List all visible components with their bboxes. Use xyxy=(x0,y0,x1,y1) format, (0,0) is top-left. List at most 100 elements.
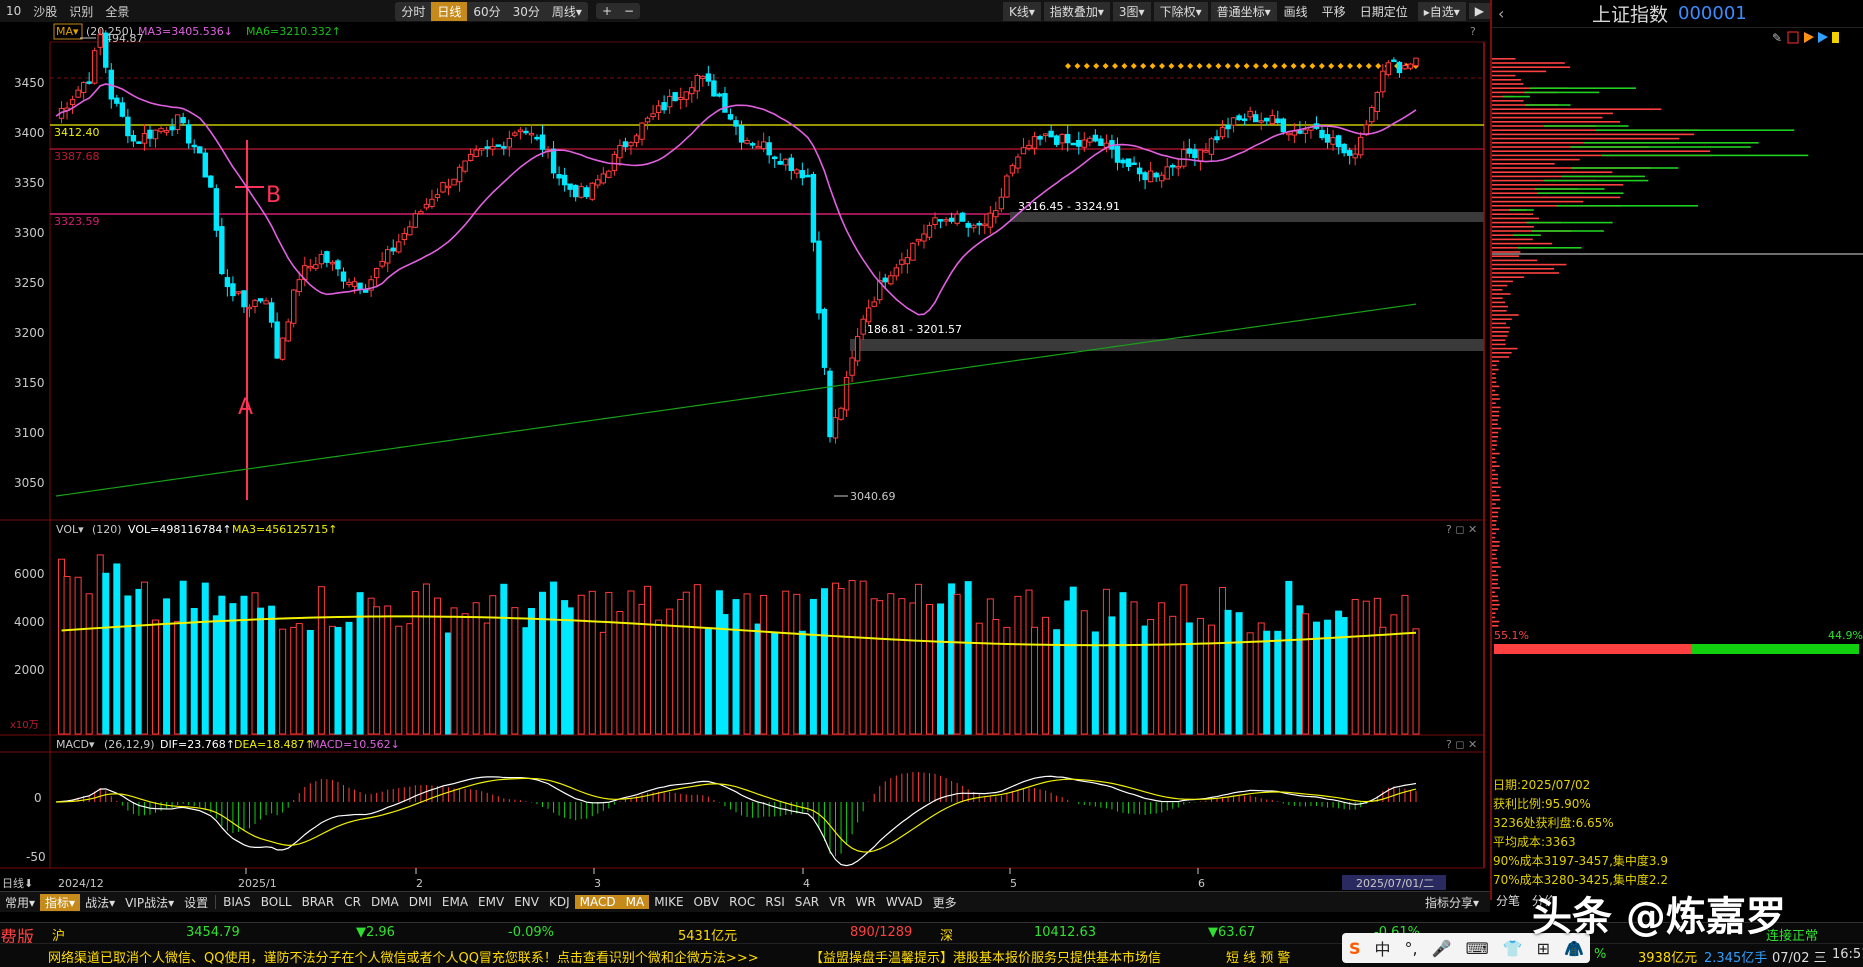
indicator-env[interactable]: ENV xyxy=(509,895,544,909)
tab-indicator[interactable]: 指标▾ xyxy=(40,893,81,911)
indicator-boll[interactable]: BOLL xyxy=(256,895,297,909)
ime-chinese-toggle[interactable]: 中 xyxy=(1375,936,1391,960)
ime-punctuation-icon[interactable]: °, xyxy=(1405,939,1418,958)
tab-vip-strategy[interactable]: VIP战法▾ xyxy=(120,894,179,911)
ma-button-label[interactable]: MA▾ xyxy=(56,25,79,38)
indicator-dmi[interactable]: DMI xyxy=(404,895,437,909)
indicator-ema[interactable]: EMA xyxy=(437,895,473,909)
date-locate-button[interactable]: 日期定位 xyxy=(1353,3,1415,20)
vol-panel-controls[interactable]: ? ◻ ✕ xyxy=(1446,523,1477,536)
chip-bar xyxy=(1492,163,1555,165)
tab-trades[interactable]: 分笔 xyxy=(1496,894,1520,908)
toolbar-item-shibie[interactable]: 识别 xyxy=(63,3,99,20)
indicator-macd[interactable]: MACD xyxy=(574,895,621,909)
ime-skin-icon[interactable]: 👕 xyxy=(1503,939,1523,958)
macd-button[interactable]: MACD▾ xyxy=(56,738,95,751)
ex-rights-button[interactable]: 下除权▾ xyxy=(1153,1,1208,21)
volume-bar xyxy=(1207,624,1215,735)
candle-body xyxy=(1413,57,1419,67)
toolbar-item-quanjing[interactable]: 全景 xyxy=(99,3,135,20)
volume-bar xyxy=(201,582,209,735)
ime-mic-icon[interactable]: 🎤 xyxy=(1432,939,1452,958)
kline-type-button[interactable]: K线▾ xyxy=(1002,1,1041,21)
chip-bar xyxy=(1492,364,1497,367)
tab-settings[interactable]: 设置 xyxy=(179,894,213,911)
candle-body xyxy=(816,240,822,314)
volume-bar xyxy=(411,591,419,735)
volume-bar xyxy=(140,581,148,735)
index-overlay-button[interactable]: 指数叠加▾ xyxy=(1043,1,1110,21)
candle-body xyxy=(1203,149,1209,153)
volume-bar xyxy=(152,619,160,735)
candle-body xyxy=(755,145,761,149)
zoom-out-button[interactable]: − xyxy=(618,3,640,19)
indicator-wr[interactable]: WR xyxy=(851,895,881,909)
pan-button[interactable]: 平移 xyxy=(1315,3,1353,20)
watchlist-button[interactable]: ▸自选▾ xyxy=(1417,1,1466,21)
draw-line-button[interactable]: 画线 xyxy=(1277,3,1315,20)
indicator-kdj[interactable]: KDJ xyxy=(544,895,575,909)
indicator-mike[interactable]: MIKE xyxy=(649,895,688,909)
indicator-rsi[interactable]: RSI xyxy=(760,895,790,909)
candle-body xyxy=(141,133,148,144)
tab-common[interactable]: 常用▾ xyxy=(0,894,40,911)
candle-body xyxy=(351,281,358,287)
indicator-dma[interactable]: DMA xyxy=(366,895,404,909)
x-axis-period[interactable]: 日线⬇ xyxy=(2,876,33,890)
chip-bar xyxy=(1492,58,1516,60)
candle-body xyxy=(285,321,291,342)
candle-body xyxy=(423,203,430,209)
indicator-share-button[interactable]: 指标分享▾ xyxy=(1420,894,1484,911)
ime-logo-icon[interactable]: S xyxy=(1349,939,1361,958)
candle-body xyxy=(799,170,806,179)
resistance-box xyxy=(1010,212,1484,222)
price-tick: 3100 xyxy=(14,426,45,440)
period-daily[interactable]: 日线 xyxy=(431,1,468,21)
indicator-brar[interactable]: BRAR xyxy=(297,895,340,909)
tab-strategy[interactable]: 战法▾ xyxy=(80,894,120,911)
chip-bar xyxy=(1492,419,1498,421)
ime-keyboard-icon[interactable]: ⌨ xyxy=(1466,939,1489,958)
volume-bar xyxy=(898,598,906,735)
period-minute[interactable]: 分时 xyxy=(395,2,431,21)
alert-text[interactable]: 短 线 预 警 xyxy=(1226,947,1290,966)
candle-body xyxy=(412,213,419,228)
back-icon[interactable]: ‹ xyxy=(1498,4,1504,23)
indicator-emv[interactable]: EMV xyxy=(473,895,509,909)
indicator-roc[interactable]: ROC xyxy=(724,895,760,909)
candle-body xyxy=(871,301,877,307)
indicator-ma[interactable]: MA xyxy=(620,895,650,909)
candle-body xyxy=(948,217,955,222)
profit-bar xyxy=(1494,644,1692,654)
vol-button[interactable]: VOL▾ xyxy=(56,523,84,536)
indicator-more[interactable]: 更多 xyxy=(928,894,962,911)
three-chart-button[interactable]: 3图▾ xyxy=(1112,1,1151,21)
news-text[interactable]: 【益盟操盘手温馨提示】港股基本报价服务只提供基本市场信 xyxy=(810,947,1161,966)
indicator-bias[interactable]: BIAS xyxy=(218,895,256,909)
volume-bar xyxy=(1362,600,1370,735)
vol-tick: 4000 xyxy=(14,615,45,629)
indicator-cr[interactable]: CR xyxy=(339,895,366,909)
period-weekly[interactable]: 周线▾ xyxy=(546,2,588,21)
volume-bar xyxy=(605,591,613,735)
coordinate-button[interactable]: 普通坐标▾ xyxy=(1210,1,1277,21)
chip-bar-green xyxy=(1512,234,1541,236)
macd-panel-controls[interactable]: ? ◻ ✕ xyxy=(1446,738,1477,751)
period-30min[interactable]: 30分 xyxy=(507,2,546,21)
collapse-icon[interactable]: ▶ xyxy=(1468,3,1490,19)
period-60min[interactable]: 60分 xyxy=(467,2,506,21)
chip-bar xyxy=(1492,276,1525,278)
help-icon[interactable]: ? xyxy=(1470,25,1476,38)
candle-body xyxy=(495,144,501,147)
candle-body xyxy=(672,92,678,102)
indicator-sar[interactable]: SAR xyxy=(790,895,824,909)
indicator-obv[interactable]: OBV xyxy=(689,895,725,909)
indicator-vr[interactable]: VR xyxy=(824,895,851,909)
toolbar-item-shagu[interactable]: 沙股 xyxy=(27,3,63,20)
notice-text[interactable]: 网络渠道已取消个人微信、QQ使用，谨防不法分子在个人微信或者个人QQ冒充您联系！… xyxy=(48,947,759,966)
indicator-wvad[interactable]: WVAD xyxy=(881,895,928,909)
main-chart[interactable]: MA▾ (20,250) MA3=3405.536↓ MA6=3210.332↑… xyxy=(0,22,1490,892)
toolbar-item-1[interactable]: 10 xyxy=(0,4,27,18)
zoom-in-button[interactable]: + xyxy=(596,3,618,19)
chip-bar xyxy=(1492,557,1498,560)
